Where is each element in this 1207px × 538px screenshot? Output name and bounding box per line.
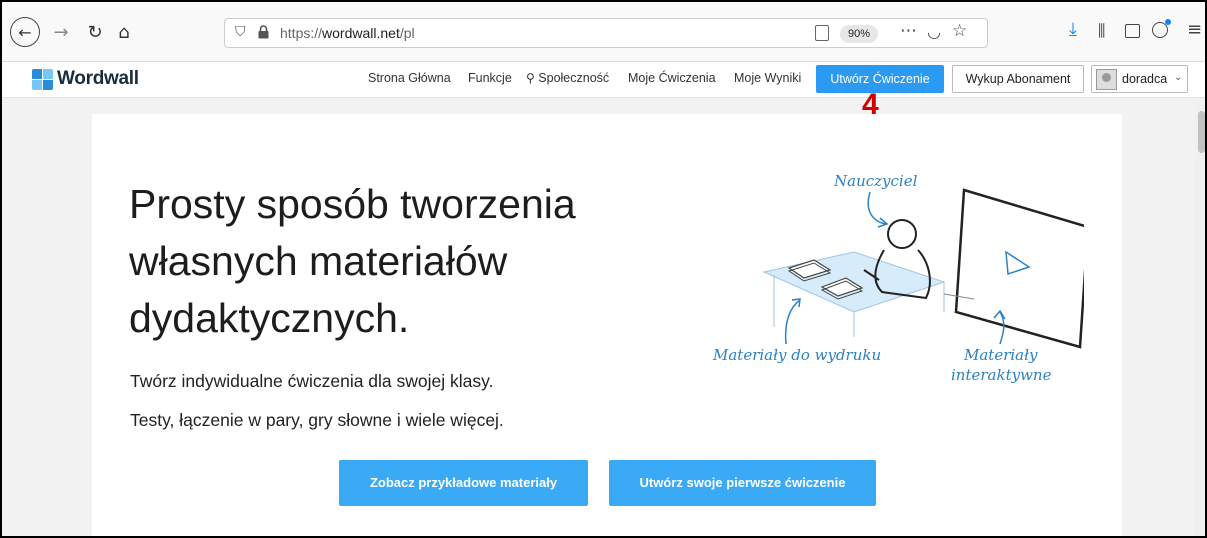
notification-dot (1165, 19, 1171, 25)
hero-subtitle-1: Twórz indywidualne ćwiczenia dla swojej … (130, 371, 494, 391)
nav-my-activities[interactable]: Moje Ćwiczenia (628, 71, 716, 85)
sidebar-icon[interactable] (1125, 24, 1140, 38)
create-first-activity-button[interactable]: Utwórz swoje pierwsze ćwiczenie (609, 460, 876, 506)
pocket-icon[interactable]: ◡ (927, 22, 941, 41)
user-name: doradca (1122, 72, 1168, 86)
hero-card: Prosty sposób tworzenia własnych materia… (92, 114, 1122, 536)
hero-illustration: Nauczyciel Materiały do wydruku Materiał… (704, 172, 1090, 412)
browser-window: ← → ↻ ⌂ ⛉ https://wordwall.net/pl 90% ⋯ … (0, 0, 1207, 538)
reader-view-icon[interactable] (815, 25, 829, 41)
search-icon: ⚲ (526, 71, 535, 85)
printables-label: Materiały do wydruku (713, 346, 882, 364)
user-menu-button[interactable]: doradca ⌄ (1091, 65, 1188, 93)
site-header: Wordwall Strona Główna Funkcje ⚲ Społecz… (2, 62, 1205, 98)
forward-arrow-icon[interactable]: → (47, 18, 75, 46)
create-activity-button[interactable]: Utwórz Ćwiczenie (816, 65, 944, 93)
page-scrollbar[interactable] (1194, 99, 1205, 536)
url-text[interactable]: https://wordwall.net/pl (280, 25, 415, 41)
teacher-label: Nauczyciel (834, 172, 918, 190)
library-icon[interactable]: ⫼ (1098, 21, 1105, 41)
wordwall-logo[interactable]: Wordwall (32, 68, 139, 90)
nav-community[interactable]: ⚲ Społeczność (526, 71, 609, 85)
logo-mark-icon (32, 69, 53, 90)
nav-home[interactable]: Strona Główna (368, 71, 451, 85)
nav-my-results[interactable]: Moje Wyniki (734, 71, 801, 85)
zoom-level-badge[interactable]: 90% (840, 25, 879, 43)
hero-title: Prosty sposób tworzenia własnych materia… (129, 181, 576, 341)
chevron-down-icon: ⌄ (1174, 72, 1183, 83)
nav-features[interactable]: Funkcje (468, 71, 512, 85)
address-bar[interactable]: ⛉ https://wordwall.net/pl 90% ⋯ ◡ ☆ (224, 18, 988, 48)
more-actions-icon[interactable]: ⋯ (900, 21, 918, 41)
home-icon[interactable]: ⌂ (110, 18, 138, 46)
lock-icon[interactable] (258, 25, 269, 39)
scrollbar-thumb[interactable] (1198, 111, 1205, 153)
browser-toolbar: ← → ↻ ⌂ ⛉ https://wordwall.net/pl 90% ⋯ … (2, 2, 1205, 62)
avatar (1096, 69, 1117, 90)
back-arrow-icon[interactable]: ← (10, 17, 40, 47)
reload-icon[interactable]: ↻ (81, 18, 109, 46)
interactive-label-line1: Materiały (964, 346, 1038, 364)
subscribe-button[interactable]: Wykup Abonament (952, 65, 1084, 93)
download-icon[interactable]: ⤓ (1069, 19, 1077, 40)
interactive-label-line2: interaktywne (951, 366, 1052, 384)
hamburger-menu-icon[interactable]: ≡ (1187, 19, 1202, 40)
hero-subtitle-2: Testy, łączenie w pary, gry słowne i wie… (130, 410, 504, 430)
shield-icon[interactable]: ⛉ (235, 24, 246, 40)
see-examples-button[interactable]: Zobacz przykładowe materiały (339, 460, 588, 506)
step-number-annotation: 4 (862, 88, 879, 121)
bookmark-star-icon[interactable]: ☆ (952, 21, 967, 41)
